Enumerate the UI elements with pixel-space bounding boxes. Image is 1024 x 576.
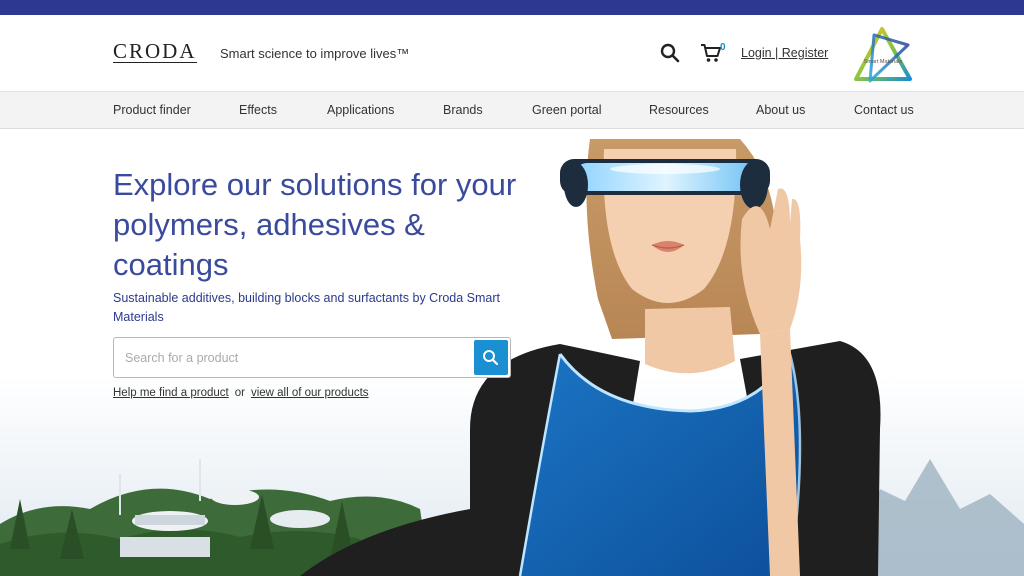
product-search-box [113, 337, 511, 378]
product-search-input[interactable] [115, 339, 473, 376]
help-find-product-link[interactable]: Help me find a product [113, 387, 229, 399]
top-brand-bar [0, 0, 1024, 15]
cart-count-badge: 0 [720, 42, 726, 53]
login-register-link[interactable]: Login | Register [741, 46, 828, 60]
smart-materials-logo-text: Smart Materials [864, 59, 903, 65]
hero-banner: Explore our solutions for your polymers,… [0, 129, 1024, 576]
hero-title: Explore our solutions for your polymers,… [113, 167, 517, 282]
cart-icon[interactable] [700, 42, 722, 64]
search-button[interactable] [474, 340, 508, 375]
view-all-products-link[interactable]: view all of our products [251, 387, 369, 399]
croda-logo[interactable]: CRODA [113, 41, 197, 63]
site-header: CRODA Smart science to improve lives™ 0 … [0, 15, 1024, 91]
search-icon[interactable] [660, 43, 680, 63]
or-text: or [234, 387, 245, 399]
help-links: Help me find a product or view all of our … [113, 387, 369, 399]
main-nav: Product finder Effects Applications Bran… [0, 91, 1024, 129]
nav-item-green-portal[interactable]: Green portal [532, 103, 601, 117]
tagline: Smart science to improve lives™ [220, 46, 410, 61]
nav-item-product-finder[interactable]: Product finder [113, 103, 191, 117]
nav-item-resources[interactable]: Resources [649, 103, 709, 117]
nav-item-contact-us[interactable]: Contact us [854, 103, 914, 117]
nav-item-brands[interactable]: Brands [443, 103, 483, 117]
nav-item-applications[interactable]: Applications [327, 103, 394, 117]
nav-item-about-us[interactable]: About us [756, 103, 805, 117]
search-button-icon [483, 350, 499, 366]
nav-item-effects[interactable]: Effects [239, 103, 277, 117]
hero-subtitle: Sustainable additives, building blocks a… [113, 291, 501, 324]
smart-materials-logo[interactable]: Smart Materials [852, 25, 914, 85]
